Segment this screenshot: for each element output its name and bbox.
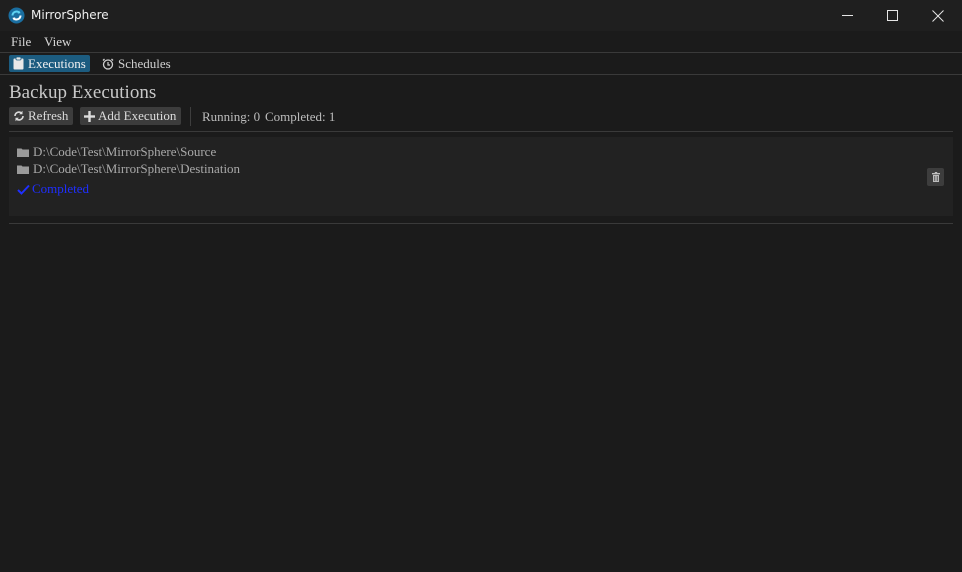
folder-icon (17, 148, 29, 157)
running-count: Running: 0 (202, 109, 261, 124)
alarm-clock-icon (102, 58, 114, 70)
add-execution-label: Add Execution (98, 108, 177, 123)
trash-icon (931, 172, 940, 182)
list-bottom-divider (9, 223, 953, 224)
tab-schedules[interactable]: Schedules (98, 55, 175, 72)
refresh-button[interactable]: Refresh (9, 107, 74, 125)
delete-execution-button[interactable] (927, 168, 944, 186)
status-text: Completed (32, 181, 90, 196)
execution-card: D:\Code\Test\MirrorSphere\Source D:\Code… (9, 137, 953, 216)
refresh-icon (14, 110, 24, 122)
menu-view[interactable]: View (44, 34, 71, 50)
status-badge: Completed (17, 181, 89, 197)
check-icon (17, 184, 30, 195)
tab-bar: Executions Schedules (0, 53, 962, 74)
list-top-divider (9, 131, 953, 132)
add-execution-button[interactable]: Add Execution (80, 107, 182, 125)
sync-circle-icon (8, 7, 25, 24)
minimize-icon (841, 15, 853, 16)
title-bar: MirrorSphere (0, 0, 962, 31)
minimize-button[interactable] (824, 0, 870, 31)
tab-schedules-label: Schedules (118, 55, 171, 71)
menu-file[interactable]: File (11, 34, 31, 50)
clipboard-icon (13, 57, 24, 70)
destination-path-row: D:\Code\Test\MirrorSphere\Destination (17, 161, 240, 177)
tab-executions[interactable]: Executions (9, 55, 90, 72)
plus-icon (84, 110, 95, 122)
menu-bar: File View (0, 31, 962, 52)
window-title: MirrorSphere (31, 8, 109, 22)
close-button[interactable] (915, 0, 961, 31)
refresh-label: Refresh (28, 108, 69, 123)
source-path-row: D:\Code\Test\MirrorSphere\Source (17, 144, 216, 160)
source-path: D:\Code\Test\MirrorSphere\Source (33, 144, 217, 159)
tab-executions-label: Executions (28, 55, 86, 71)
page-title: Backup Executions (9, 82, 157, 103)
completed-count: Completed: 1 (265, 109, 336, 124)
folder-icon (17, 165, 29, 174)
tab-divider (0, 74, 962, 75)
maximize-button[interactable] (869, 0, 915, 31)
destination-path: D:\Code\Test\MirrorSphere\Destination (33, 161, 241, 176)
close-icon (932, 9, 944, 22)
toolbar-separator (190, 107, 191, 126)
maximize-icon (886, 10, 898, 21)
